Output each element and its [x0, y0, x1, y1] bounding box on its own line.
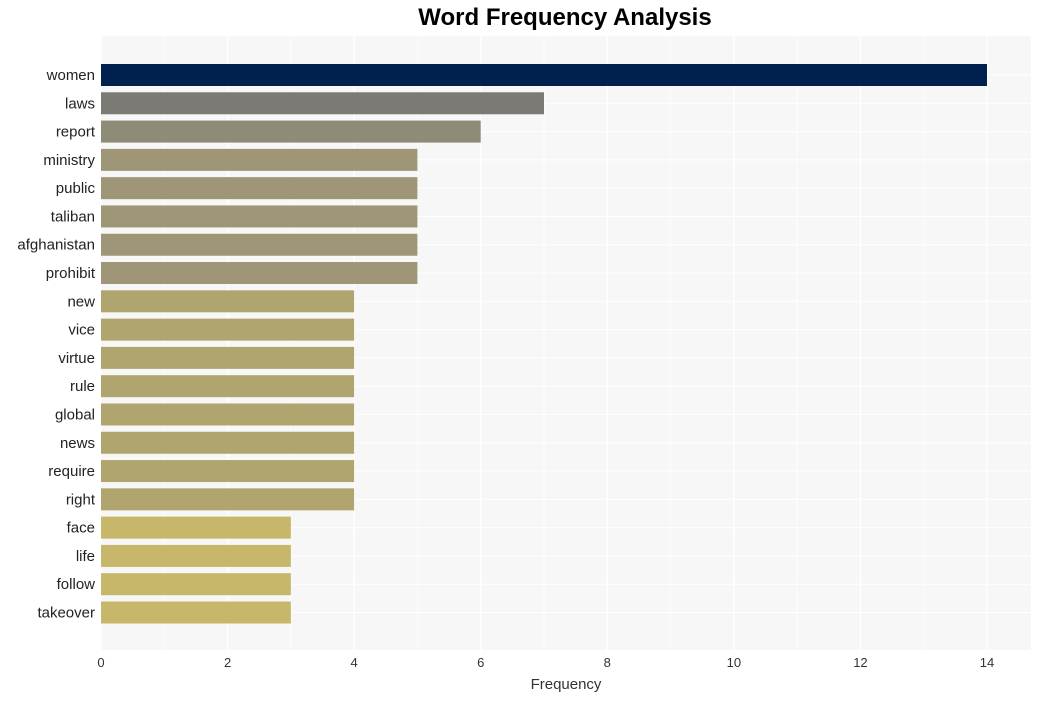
bar-laws — [101, 92, 544, 115]
bar-new — [101, 290, 355, 313]
category-label-laws: laws — [65, 95, 95, 112]
x-tick-label: 8 — [604, 655, 611, 670]
x-tick-label: 6 — [477, 655, 484, 670]
x-tick-label: 10 — [727, 655, 741, 670]
x-tick-label: 2 — [224, 655, 231, 670]
category-label-vice: vice — [68, 322, 95, 339]
bar-require — [101, 460, 355, 483]
category-label-face: face — [67, 520, 95, 537]
category-label-public: public — [56, 180, 96, 197]
category-label-virtue: virtue — [58, 350, 95, 367]
x-tick-label: 14 — [980, 655, 994, 670]
bar-ministry — [101, 148, 418, 171]
category-label-life: life — [76, 548, 95, 565]
bar-virtue — [101, 346, 355, 369]
category-label-require: require — [48, 463, 95, 480]
bar-taliban — [101, 205, 418, 228]
bar-rule — [101, 375, 355, 398]
category-label-new: new — [67, 293, 95, 310]
category-label-follow: follow — [57, 576, 96, 593]
bar-afghanistan — [101, 233, 418, 256]
bar-report — [101, 120, 481, 143]
category-label-taliban: taliban — [51, 208, 95, 225]
category-label-rule: rule — [70, 378, 95, 395]
x-axis-title: Frequency — [531, 676, 602, 693]
bar-right — [101, 488, 355, 511]
category-label-ministry: ministry — [43, 152, 95, 169]
bar-takeover — [101, 601, 291, 624]
bar-women — [101, 64, 987, 86]
bar-public — [101, 177, 418, 200]
bar-news — [101, 431, 355, 454]
x-tick-label: 0 — [97, 655, 104, 670]
category-label-right: right — [66, 491, 96, 508]
category-label-afghanistan: afghanistan — [17, 237, 95, 254]
bar-global — [101, 403, 355, 426]
category-label-global: global — [55, 406, 95, 423]
category-label-women: women — [46, 67, 95, 84]
bar-life — [101, 544, 291, 567]
category-label-prohibit: prohibit — [46, 265, 96, 282]
category-label-takeover: takeover — [37, 605, 95, 622]
x-tick-label: 12 — [853, 655, 867, 670]
bar-vice — [101, 318, 355, 341]
bar-face — [101, 516, 291, 539]
bar-prohibit — [101, 262, 418, 285]
category-label-report: report — [56, 124, 96, 141]
bar-chart: women laws report ministry public taliban afgh… — [17, 36, 1031, 693]
x-tick-label: 4 — [351, 655, 358, 670]
category-label-news: news — [60, 435, 95, 452]
bar-follow — [101, 573, 291, 596]
